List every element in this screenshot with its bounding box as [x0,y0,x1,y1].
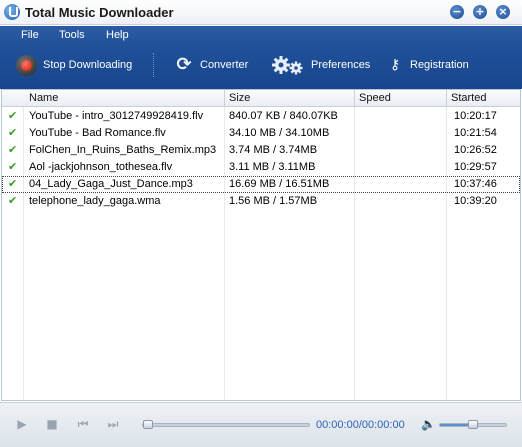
file-name: telephone_lady_gaga.wma [29,195,161,207]
check-icon: ✔ [8,143,18,156]
app-logo-icon [4,4,20,20]
registration-button[interactable]: ⚷ Registration [390,46,469,84]
check-icon: ✔ [8,109,18,122]
player-bar: ▶ ■ ⏮ ⏭ 00:00:00/00:00:00 🔈 [0,402,522,447]
check-icon: ✔ [8,160,18,173]
maximize-button[interactable]: + [473,5,487,19]
file-name: YouTube - intro_3012749928419.flv [29,110,204,122]
download-list[interactable]: Name Size Speed Started ✔ YouTube - intr… [1,89,521,401]
header-area: File Tools Help Stop Downloading ⟳ Conve… [0,26,522,89]
file-name: Aol -jackjohnson_tothesea.flv [29,161,173,173]
column-divider[interactable] [224,90,225,107]
start-time: 10:39:20 [454,195,497,207]
table-row[interactable]: ✔ YouTube - intro_3012749928419.flv 840.… [2,108,520,125]
stop-icon[interactable]: ■ [45,417,59,431]
start-time: 10:20:17 [454,110,497,122]
preferences-label: Preferences [311,59,371,71]
column-header-started[interactable]: Started [451,92,486,104]
window-title: Total Music Downloader [25,5,174,20]
file-name: FolChen_In_Ruins_Baths_Remix.mp3 [29,144,217,156]
start-time: 10:29:57 [454,161,497,173]
column-header-name[interactable]: Name [29,92,58,104]
seek-thumb[interactable] [143,420,153,429]
speaker-icon[interactable]: 🔈 [421,417,436,431]
list-header: Name Size Speed Started [2,90,520,107]
table-row[interactable]: ✔ telephone_lady_gaga.wma 1.56 MB / 1.57… [2,193,520,210]
table-row[interactable]: ✔ YouTube - Bad Romance.flv 34.10 MB / 3… [2,125,520,142]
time-readout: 00:00:00/00:00:00 [316,419,405,431]
file-size: 34.10 MB / 34.10MB [229,127,330,139]
refresh-icon: ⟳ [176,54,192,75]
minimize-button[interactable]: − [450,5,464,19]
stop-downloading-button[interactable]: Stop Downloading [16,46,132,84]
stop-downloading-label: Stop Downloading [43,59,133,71]
volume-thumb[interactable] [468,420,478,429]
file-size: 16.69 MB / 16.51MB [229,178,330,190]
close-button[interactable]: × [496,5,510,19]
file-size: 840.07 KB / 840.07KB [229,110,338,122]
check-icon: ✔ [8,177,18,190]
start-time: 10:37:46 [454,178,497,190]
check-icon: ✔ [8,194,18,207]
converter-button[interactable]: ⟳ Converter [174,46,248,84]
key-icon: ⚷ [390,57,401,73]
file-name: YouTube - Bad Romance.flv [29,127,166,139]
column-header-speed[interactable]: Speed [359,92,391,104]
menu-file[interactable]: File [21,29,39,41]
file-size: 3.11 MB / 3.11MB [229,161,316,173]
menu-help[interactable]: Help [106,29,129,41]
column-divider[interactable] [446,90,447,107]
gears-icon [271,54,305,76]
next-icon[interactable]: ⏭ [106,417,120,431]
menu-bar: File Tools Help [0,26,522,44]
title-bar: Total Music Downloader − + × [0,0,522,25]
file-size: 3.74 MB / 3.74MB [229,144,318,156]
converter-label: Converter [200,59,249,71]
toolbar: Stop Downloading ⟳ Converter Preferences… [0,46,522,86]
seek-slider[interactable] [142,420,310,429]
toolbar-separator [153,53,154,77]
menu-tools[interactable]: Tools [59,29,85,41]
file-size: 1.56 MB / 1.57MB [229,195,318,207]
table-row[interactable]: ✔ FolChen_In_Ruins_Baths_Remix.mp3 3.74 … [2,142,520,159]
table-row-focused[interactable]: ✔ 04_Lady_Gaga_Just_Dance.mp3 16.69 MB /… [2,176,520,193]
table-row[interactable]: ✔ Aol -jackjohnson_tothesea.flv 3.11 MB … [2,159,520,176]
column-header-size[interactable]: Size [229,92,250,104]
previous-icon[interactable]: ⏮ [76,417,90,431]
preferences-button[interactable]: Preferences [271,46,370,84]
volume-slider[interactable] [439,420,507,429]
check-icon: ✔ [8,126,18,139]
start-time: 10:26:52 [454,144,497,156]
column-divider[interactable] [354,90,355,107]
play-icon[interactable]: ▶ [15,417,29,431]
registration-label: Registration [410,59,469,71]
volume-level [440,424,468,426]
file-name: 04_Lady_Gaga_Just_Dance.mp3 [29,178,193,190]
start-time: 10:21:54 [454,127,497,139]
stop-record-icon [16,54,37,76]
